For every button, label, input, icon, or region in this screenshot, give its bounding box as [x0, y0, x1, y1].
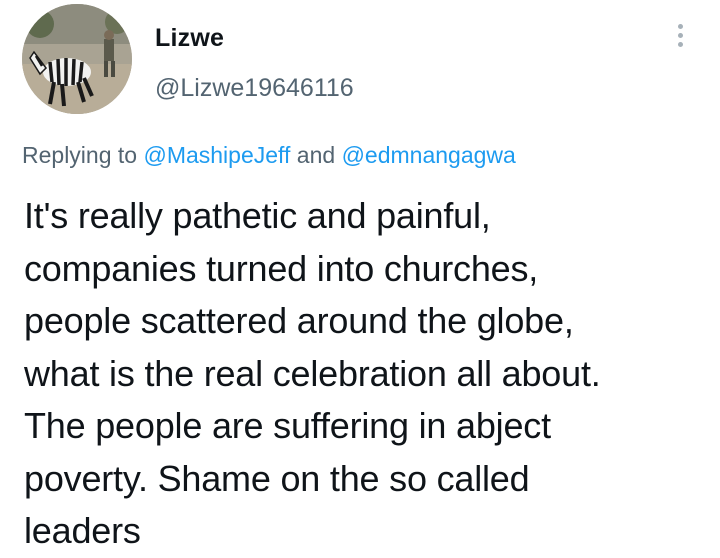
dot — [677, 33, 683, 38]
avatar-image — [22, 4, 132, 114]
dot — [677, 42, 683, 47]
replying-to-line: Replying to @MashipeJeff and @edmnangagw… — [22, 142, 516, 169]
dot — [677, 24, 683, 29]
tweet-card: Lizwe @Lizwe19646116 Replying to @Maship… — [0, 0, 720, 551]
avatar[interactable] — [22, 4, 132, 114]
mention-link-edmnangagwa[interactable]: @edmnangagwa — [342, 142, 516, 168]
replying-to-joiner: and — [290, 142, 342, 168]
mention-link-mashipejeff[interactable]: @MashipeJeff — [143, 142, 290, 168]
author-display-name[interactable]: Lizwe — [155, 24, 224, 53]
tweet-text: It's really pathetic and painful, compan… — [24, 195, 601, 551]
replying-to-prefix: Replying to — [22, 142, 144, 168]
author-handle[interactable]: @Lizwe19646116 — [155, 74, 354, 103]
more-vertical-icon[interactable] — [668, 24, 692, 54]
